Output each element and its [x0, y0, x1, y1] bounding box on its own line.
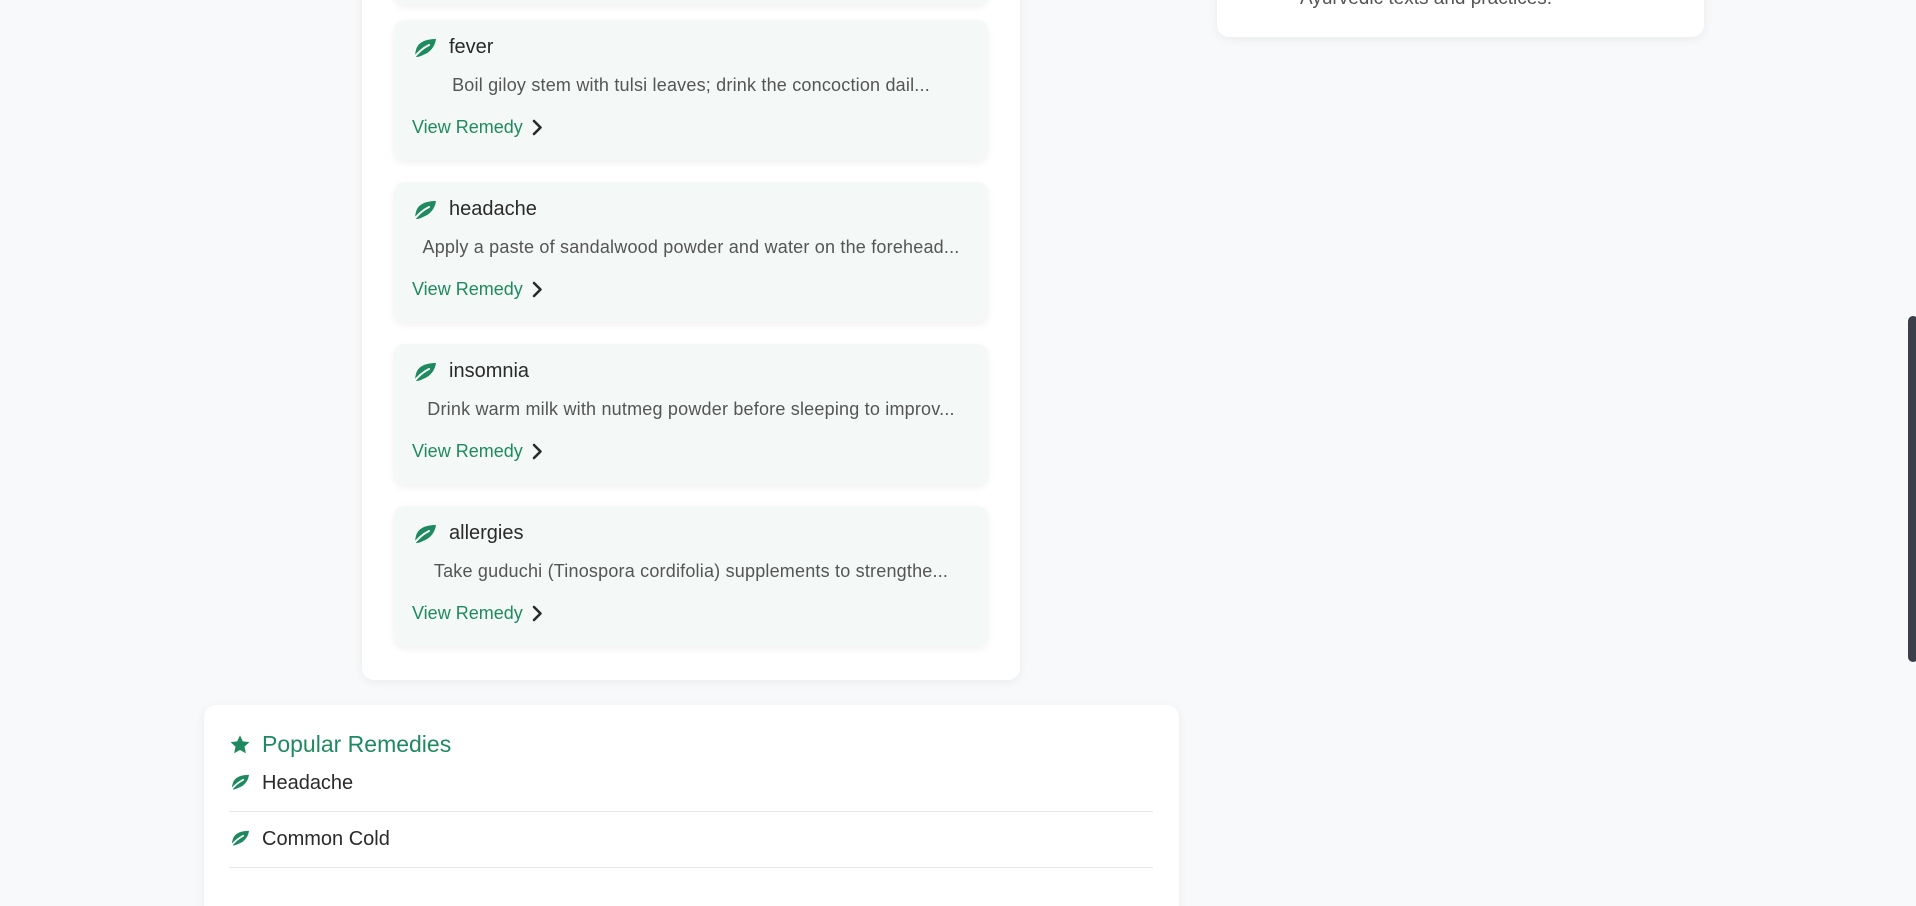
popular-remedies-title: Popular Remedies [262, 731, 452, 757]
remedy-title: headache [449, 198, 537, 220]
remedy-description: Boil giloy stem with tulsi leaves; drink… [452, 75, 930, 95]
view-remedy-link[interactable]: View Remedy [412, 117, 543, 138]
info-card-text: Ayurvedic texts and practices. [1300, 0, 1552, 10]
popular-remedy-label: Headache [262, 771, 354, 794]
remedies-panel: fever Boil giloy stem with tulsi leaves;… [362, 0, 1020, 680]
view-remedy-label: View Remedy [412, 603, 523, 623]
chevron-right-icon [532, 281, 542, 298]
remedy-description: Apply a paste of sandalwood powder and w… [422, 237, 960, 257]
view-remedy-label: View Remedy [412, 441, 523, 461]
remedy-description: Take guduchi (Tinospora cordifolia) supp… [433, 561, 949, 581]
view-remedy-link[interactable]: View Remedy [412, 441, 543, 462]
leaf-icon [412, 525, 436, 546]
popular-remedy-label: Common Cold [262, 827, 390, 850]
view-remedy-link[interactable]: View Remedy [412, 279, 543, 300]
remedy-title: fever [449, 36, 494, 58]
leaf-icon [412, 39, 436, 60]
remedy-card: fever Boil giloy stem with tulsi leaves;… [394, 20, 988, 160]
chevron-right-icon [532, 443, 542, 460]
page: Ayurvedic texts and practices. fever Boi… [0, 0, 1916, 906]
remedy-description: Drink warm milk with nutmeg powder befor… [427, 399, 955, 419]
leaf-icon [412, 201, 436, 222]
leaf-icon [229, 830, 249, 848]
remedy-card: allergies Take guduchi (Tinospora cordif… [394, 506, 988, 646]
view-remedy-label: View Remedy [412, 117, 523, 137]
view-remedy-link[interactable]: View Remedy [412, 603, 543, 624]
remedy-card: insomnia Drink warm milk with nutmeg pow… [394, 344, 988, 484]
chevron-right-icon [532, 605, 542, 622]
popular-remedy-item[interactable]: Headache [229, 755, 1153, 812]
remedy-card-previous [394, 0, 988, 4]
remedy-card: headache Apply a paste of sandalwood pow… [394, 182, 988, 322]
scrollbar-thumb[interactable] [1908, 316, 1916, 662]
popular-remedies-panel: Popular Remedies Headache Common Cold [204, 705, 1179, 906]
popular-remedy-item[interactable]: Common Cold [229, 811, 1153, 868]
popular-remedies-header: Popular Remedies [229, 731, 451, 758]
view-remedy-label: View Remedy [412, 279, 523, 299]
remedy-title: allergies [449, 522, 524, 544]
leaf-icon [412, 363, 436, 384]
star-icon [230, 734, 250, 753]
leaf-icon [229, 774, 249, 792]
info-card: Ayurvedic texts and practices. [1217, 0, 1704, 37]
remedy-title: insomnia [449, 360, 530, 382]
chevron-right-icon [532, 119, 542, 136]
